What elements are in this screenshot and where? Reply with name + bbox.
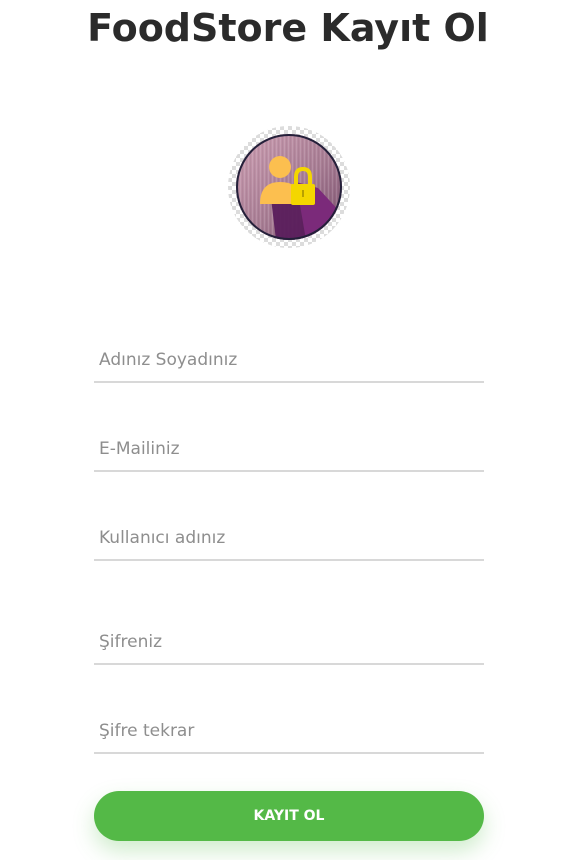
user-lock-icon xyxy=(236,134,342,240)
password-field[interactable] xyxy=(94,621,484,665)
page-title: FoodStore Kayıt Ol xyxy=(87,6,489,50)
password-repeat-field[interactable] xyxy=(94,710,484,754)
avatar xyxy=(228,126,350,248)
username-field[interactable] xyxy=(94,517,484,561)
fullname-field[interactable] xyxy=(94,339,484,383)
register-button[interactable]: KAYIT OL xyxy=(94,791,484,841)
email-field[interactable] xyxy=(94,428,484,472)
